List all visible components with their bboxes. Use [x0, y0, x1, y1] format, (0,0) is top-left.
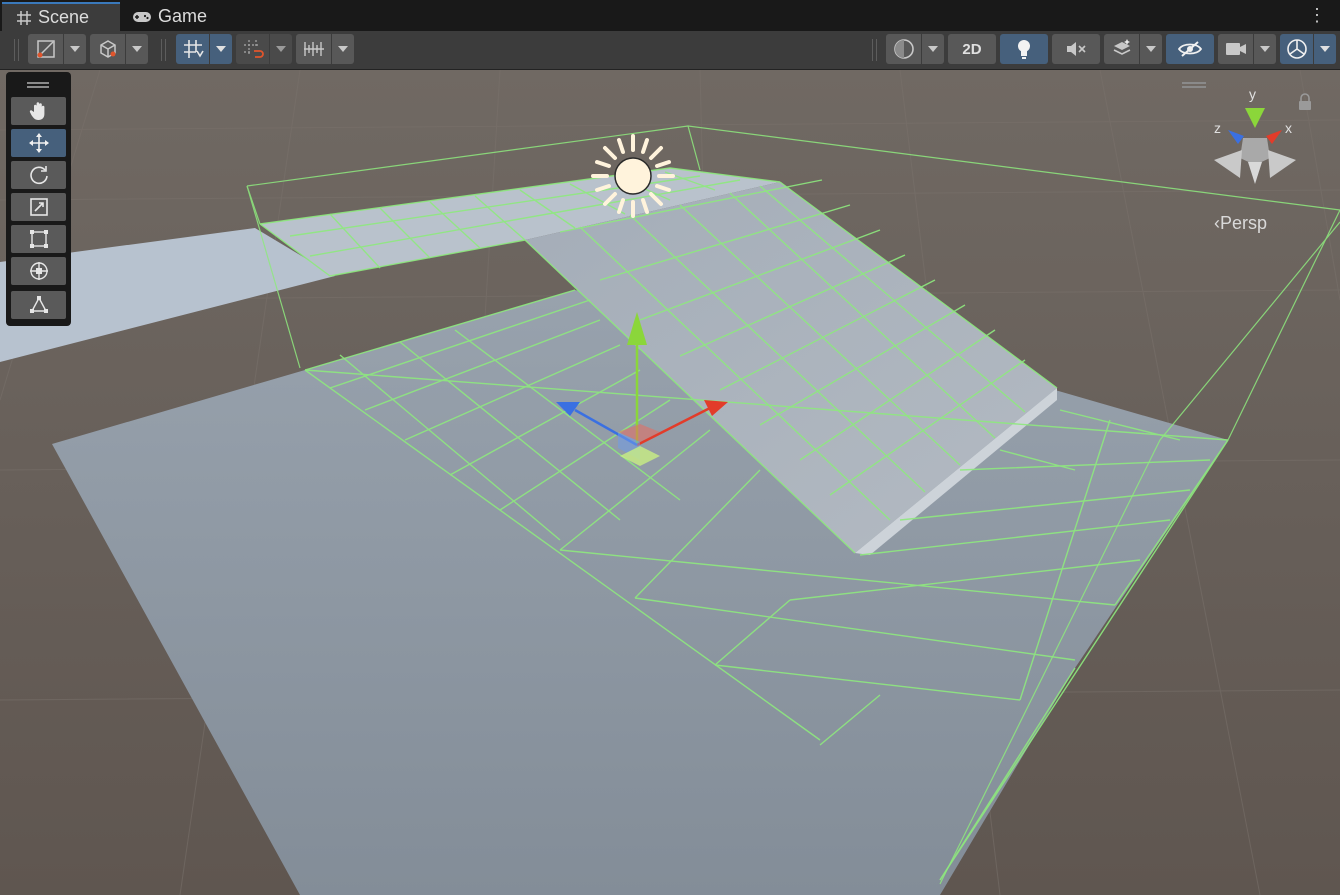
tab-bar: Scene Game ⋮	[0, 0, 1340, 31]
chevron-down-icon[interactable]	[209, 34, 232, 64]
audio-toggle[interactable]	[1052, 34, 1100, 64]
gizmo-x-label: x	[1285, 120, 1292, 136]
transform-tool[interactable]	[11, 257, 66, 285]
grid-hash-icon	[17, 10, 31, 25]
tools-overlay	[6, 72, 71, 326]
gizmo-y-label: y	[1249, 86, 1256, 102]
2d-toggle[interactable]: 2D	[948, 34, 996, 64]
chevron-down-icon[interactable]	[63, 34, 86, 64]
rect-tool[interactable]	[11, 225, 66, 253]
rect-icon	[29, 230, 48, 248]
directional-light-icon[interactable]	[591, 134, 675, 218]
chevron-down-icon[interactable]	[921, 34, 944, 64]
panel-drag-handle[interactable]	[27, 86, 49, 88]
scene-visibility-icon	[1177, 41, 1203, 57]
gizmo-drag-handle[interactable]	[1182, 86, 1206, 88]
transform-icon	[29, 262, 48, 280]
2d-toggle-label: 2D	[962, 40, 982, 58]
scene-camera-button[interactable]	[1218, 34, 1276, 64]
increment-snap-icon	[244, 40, 264, 58]
scene-render[interactable]: y z x	[0, 70, 1340, 895]
chevron-down-icon[interactable]	[1253, 34, 1276, 64]
scale-tool[interactable]	[11, 193, 66, 221]
audio-mute-icon	[1067, 42, 1086, 56]
ruler-icon	[304, 42, 324, 56]
view-cube-icon	[100, 40, 116, 58]
rotate-icon	[29, 166, 48, 185]
projection-label-text: Persp	[1220, 213, 1268, 233]
lighting-bulb-icon	[1018, 40, 1030, 59]
tab-game[interactable]: Game	[122, 2, 242, 31]
tab-scene[interactable]: Scene	[2, 2, 120, 31]
chevron-down-icon[interactable]	[269, 34, 292, 64]
draw-mode-icon	[37, 40, 55, 58]
draw-mode-button[interactable]	[28, 34, 86, 64]
custom-tool[interactable]	[11, 291, 66, 319]
increment-snap-button[interactable]	[236, 34, 292, 64]
move-tool[interactable]	[11, 129, 66, 157]
gizmos-button[interactable]	[1280, 34, 1336, 64]
panel-drag-handle[interactable]	[27, 82, 49, 84]
tab-scene-label: Scene	[38, 7, 90, 27]
effects-button[interactable]	[1104, 34, 1162, 64]
view-options-button[interactable]	[90, 34, 148, 64]
gizmos-icon	[1287, 39, 1307, 59]
hand-icon	[29, 102, 44, 120]
toolbar-grip	[161, 39, 162, 61]
projection-label[interactable]: ‹Persp	[1214, 213, 1267, 234]
gizmo-z-label: z	[1214, 120, 1221, 136]
custom-editor-tool-icon	[29, 296, 48, 313]
ruler-button[interactable]	[296, 34, 354, 64]
grid-snap-button[interactable]	[176, 34, 232, 64]
scene-camera-icon	[1226, 43, 1246, 55]
rotate-tool[interactable]	[11, 161, 66, 189]
move-arrows-icon	[28, 133, 49, 153]
chevron-down-icon[interactable]	[1139, 34, 1162, 64]
toolbar-grip	[18, 39, 19, 61]
toolbar-grip	[165, 39, 166, 61]
gamepad-icon	[133, 11, 151, 22]
scene-toolbar: 2D	[0, 31, 1340, 70]
chevron-down-icon[interactable]	[1313, 34, 1336, 64]
grid-snap-icon	[184, 40, 204, 58]
gizmo-drag-handle[interactable]	[1182, 82, 1206, 84]
scene-visibility-toggle[interactable]	[1166, 34, 1214, 64]
shading-mode-button[interactable]	[886, 34, 944, 64]
scene-viewport[interactable]: y z x	[0, 70, 1340, 895]
kebab-menu-icon[interactable]: ⋮	[1308, 6, 1326, 24]
shading-sphere-icon	[894, 39, 914, 59]
tab-game-label: Game	[158, 6, 208, 26]
lighting-toggle[interactable]	[1000, 34, 1048, 64]
toolbar-grip	[872, 39, 873, 61]
toolbar-grip	[876, 39, 877, 61]
effects-layers-icon	[1113, 39, 1131, 55]
scale-icon	[29, 198, 48, 216]
chevron-down-icon[interactable]	[125, 34, 148, 64]
chevron-down-icon[interactable]	[331, 34, 354, 64]
hand-tool[interactable]	[11, 97, 66, 125]
toolbar-grip	[14, 39, 15, 61]
